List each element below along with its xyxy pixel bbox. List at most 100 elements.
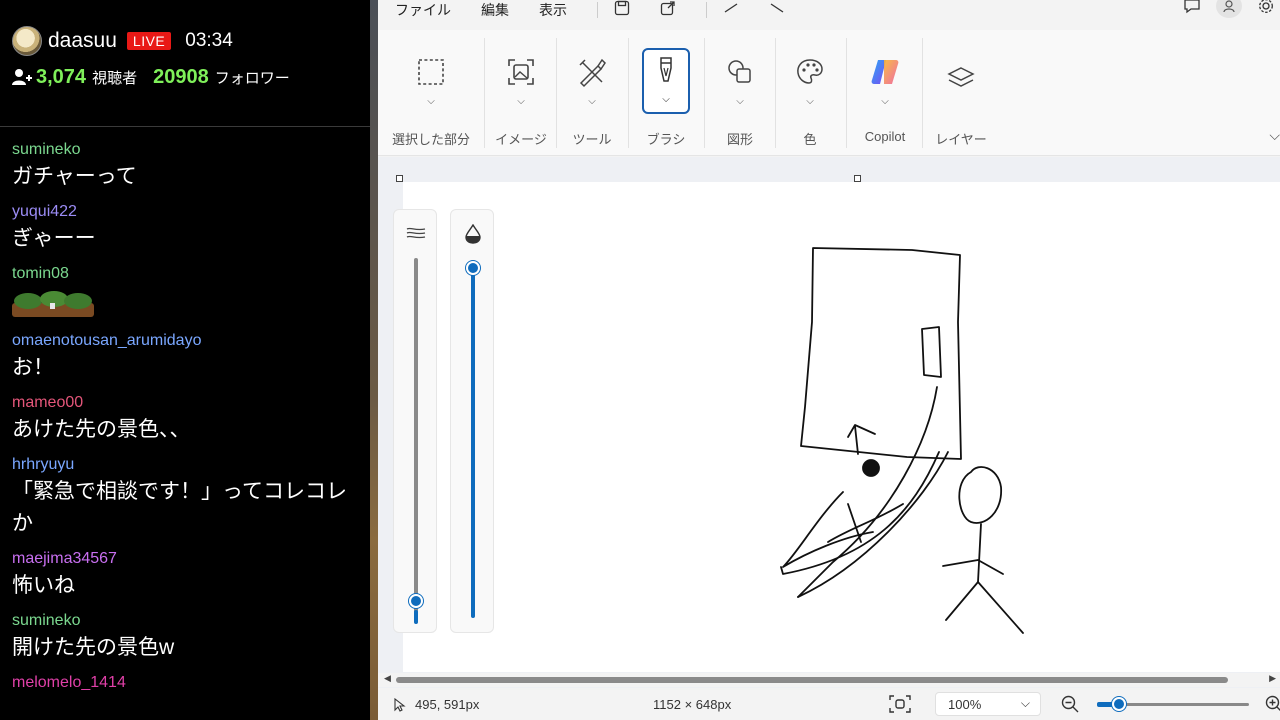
- ribbon-image-label: イメージ: [495, 132, 547, 147]
- fit-to-window-icon[interactable]: [889, 695, 911, 713]
- ribbon-tools[interactable]: ⌵ ツール: [558, 30, 626, 156]
- viewer-label: 視聴者: [92, 69, 138, 87]
- chat-message-text: 開けた先の景色w: [12, 636, 175, 659]
- chat-message: maejima34567 怖いね: [12, 548, 358, 602]
- scroll-left-icon[interactable]: ◀: [384, 673, 391, 684]
- chat-username[interactable]: maejima34567: [12, 548, 358, 570]
- streamer-name[interactable]: daasuu: [48, 29, 117, 53]
- brush-size-track[interactable]: [414, 258, 418, 618]
- chat-message: hrhryuyu 「緊急で相談です！」ってコレコレか: [12, 454, 358, 540]
- shapes-icon: [728, 60, 751, 83]
- save-icon[interactable]: [614, 0, 630, 16]
- drawing-canvas[interactable]: [403, 182, 1280, 672]
- layers-icon: [947, 67, 975, 87]
- scrollbar-thumb[interactable]: [396, 677, 1228, 683]
- chat-message-list: sumineko ガチャーって yuqui422 ぎゃーー tomin08 omaenot…: [0, 127, 370, 694]
- chat-message-text: 「緊急で相談です！」ってコレコレか: [12, 480, 347, 535]
- ribbon-copilot[interactable]: ⌵ Copilot: [848, 30, 922, 156]
- menu-separator: [706, 2, 707, 18]
- chat-username[interactable]: melomelo_1414: [12, 672, 358, 694]
- chevron-down-icon: ⌵: [588, 96, 596, 107]
- chat-message-text: 怖いね: [12, 574, 75, 597]
- ribbon-toolbar: ⌵ 選択した部分 ⌵ イメージ ⌵ ツール ⌵ ブラシ ⌵ 図形 ⌵ 色 ⌵ C…: [378, 30, 1280, 156]
- streamer-avatar[interactable]: [12, 26, 42, 56]
- chat-username[interactable]: hrhryuyu: [12, 454, 358, 476]
- account-button[interactable]: [1216, 0, 1242, 18]
- feedback-button[interactable]: [1178, 0, 1206, 18]
- stream-header: daasuu LIVE 03:34 3,074 視聴者 20908 フォロワー: [0, 26, 370, 127]
- chevron-down-icon: ⌵: [881, 96, 889, 107]
- stroke-width-icon: [406, 227, 426, 239]
- live-badge: LIVE: [126, 32, 172, 50]
- chat-username[interactable]: yuqui422: [12, 201, 358, 223]
- chat-message: yuqui422 ぎゃーー: [12, 201, 358, 255]
- opacity-drop-icon: [465, 224, 481, 244]
- chat-message-text: お！: [12, 356, 54, 379]
- chevron-down-icon: ⌵: [427, 96, 435, 107]
- chat-message: tomin08: [12, 263, 358, 322]
- cursor-icon: [394, 697, 406, 712]
- canvas-resize-handle[interactable]: [396, 175, 403, 182]
- chat-username[interactable]: sumineko: [12, 610, 358, 632]
- chevron-down-icon: ⌵: [662, 94, 670, 105]
- ribbon-brushes[interactable]: ⌵ ブラシ: [630, 30, 702, 156]
- image-icon: [508, 59, 534, 85]
- menu-file[interactable]: ファイル: [395, 0, 451, 20]
- gear-icon: [1259, 0, 1273, 13]
- chat-username[interactable]: sumineko: [12, 139, 358, 161]
- chat-message: sumineko 開けた先の景色w: [12, 610, 358, 664]
- settings-button[interactable]: [1252, 0, 1280, 18]
- brush-size-thumb[interactable]: [409, 594, 423, 608]
- chevron-down-icon: ⌵: [736, 96, 744, 107]
- status-bar: 495, 591px 1152 × 648px 100% ⌵: [378, 688, 1280, 720]
- chat-username[interactable]: mameo00: [12, 392, 358, 414]
- brush-size-fill: [414, 610, 418, 624]
- canvas-resize-handle[interactable]: [854, 175, 861, 182]
- ribbon-layers[interactable]: レイヤー: [926, 30, 996, 156]
- desktop-background-strip: [370, 0, 378, 720]
- ribbon-image[interactable]: ⌵ イメージ: [488, 30, 554, 156]
- chat-message: sumineko ガチャーって: [12, 139, 358, 193]
- zoom-in-icon[interactable]: [1265, 695, 1280, 713]
- copilot-icon: [871, 60, 899, 84]
- redo-icon[interactable]: [769, 0, 785, 16]
- chat-message-text: ぎゃーー: [12, 227, 96, 250]
- ribbon-brushes-label: ブラシ: [646, 132, 686, 147]
- follower-count: 20908: [153, 65, 209, 88]
- ribbon-expand-chevron[interactable]: ⌵: [1269, 127, 1280, 144]
- chat-username[interactable]: omaenotousan_arumidayo: [12, 330, 358, 352]
- zoom-out-icon[interactable]: [1061, 695, 1079, 713]
- follower-label: フォロワー: [214, 69, 290, 87]
- ribbon-shapes[interactable]: ⌵ 図形: [706, 30, 774, 156]
- zoom-level: 100%: [948, 697, 982, 712]
- horizontal-scrollbar[interactable]: ◀ ▶: [378, 673, 1280, 687]
- zoom-dropdown[interactable]: 100% ⌵: [935, 692, 1041, 716]
- brush-icon: [660, 57, 672, 82]
- ribbon-layers-label: レイヤー: [935, 132, 987, 147]
- scroll-right-icon[interactable]: ▶: [1269, 673, 1276, 684]
- brush-opacity-thumb[interactable]: [466, 261, 480, 275]
- ribbon-copilot-label: Copilot: [864, 129, 906, 144]
- chat-message: mameo00 あけた先の景色、、: [12, 392, 358, 446]
- canvas-workspace: [378, 157, 1280, 689]
- ribbon-colors[interactable]: ⌵ 色: [777, 30, 843, 156]
- menu-edit[interactable]: 編集: [481, 0, 509, 20]
- menu-bar: ファイル 編集 表示: [378, 0, 1280, 28]
- menu-view[interactable]: 表示: [539, 0, 567, 20]
- zoom-slider-thumb[interactable]: [1112, 697, 1126, 711]
- chat-username[interactable]: tomin08: [12, 263, 358, 285]
- stream-chat-panel: daasuu LIVE 03:34 3,074 視聴者 20908 フォロワー …: [0, 0, 370, 720]
- chat-message: omaenotousan_arumidayo お！: [12, 330, 358, 384]
- brush-size-slider-panel: [393, 209, 437, 633]
- cursor-position: 495, 591px: [415, 697, 480, 712]
- share-icon[interactable]: [660, 0, 676, 16]
- canvas-size: 1152 × 648px: [653, 697, 732, 712]
- brush-opacity-track[interactable]: [471, 268, 475, 618]
- chevron-down-icon: ⌵: [517, 96, 525, 107]
- ribbon-selection[interactable]: ⌵ 選択した部分: [390, 30, 472, 156]
- viewer-count: 3,074: [36, 65, 87, 88]
- chat-message-text: あけた先の景色、、: [12, 418, 191, 441]
- undo-icon[interactable]: [723, 0, 739, 16]
- drawing-strokes: [780, 247, 1024, 634]
- paint-window: ファイル 編集 表示 ⌵ 選択した部分 ⌵ イメージ ⌵ ツール ⌵ ブラシ ⌵…: [378, 0, 1280, 720]
